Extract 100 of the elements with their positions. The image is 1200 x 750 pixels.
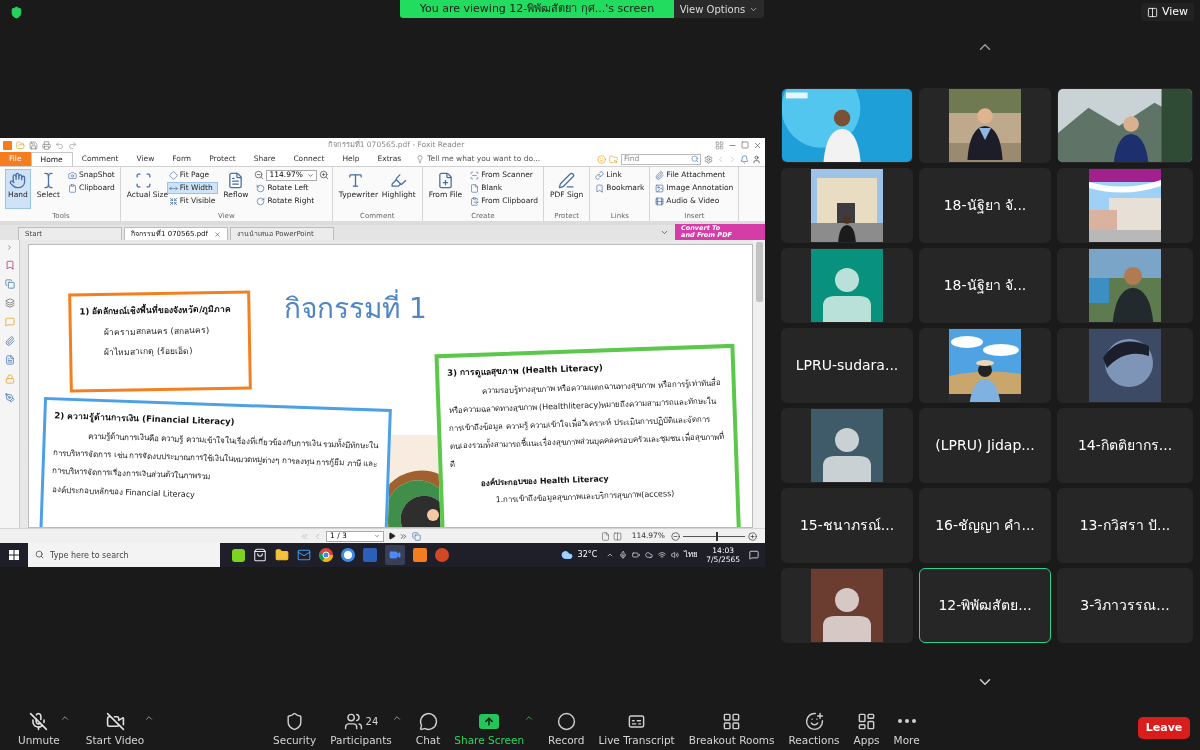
zoom-in-icon[interactable] bbox=[748, 531, 757, 541]
participant-tile[interactable] bbox=[781, 168, 913, 243]
toolbar-button[interactable]: Apps bbox=[847, 705, 886, 750]
taskbar-search-field[interactable]: Type here to search bbox=[28, 543, 220, 567]
muted-microphone-icon bbox=[29, 711, 49, 731]
undo-icon[interactable] bbox=[55, 140, 64, 150]
participant-tile[interactable] bbox=[919, 88, 1051, 163]
rotate-right-icon bbox=[256, 196, 266, 206]
participant-tile[interactable]: 16-ชัญญา คำ... bbox=[919, 488, 1051, 563]
view-options-button[interactable]: View Options bbox=[673, 0, 764, 18]
pages-icon[interactable] bbox=[4, 279, 15, 289]
participant-tile[interactable] bbox=[781, 408, 913, 483]
single-page-icon[interactable] bbox=[600, 531, 610, 541]
zoom-out-icon[interactable] bbox=[671, 531, 680, 541]
redo-icon[interactable] bbox=[68, 140, 77, 150]
link-icon bbox=[595, 170, 605, 180]
image-icon bbox=[655, 183, 665, 193]
scrollbar[interactable] bbox=[753, 240, 765, 528]
zoom-in-icon[interactable] bbox=[318, 170, 329, 180]
caret-icon[interactable] bbox=[144, 713, 155, 723]
next-page-icon[interactable] bbox=[388, 532, 396, 540]
bell-icon[interactable] bbox=[740, 154, 749, 164]
participant-tile[interactable] bbox=[919, 328, 1051, 403]
tab-list-icon[interactable] bbox=[660, 228, 669, 237]
paperclip-icon[interactable] bbox=[4, 336, 15, 346]
toolbar-button[interactable]: Reactions bbox=[782, 705, 846, 750]
apps-icon bbox=[857, 711, 877, 731]
participant-name: 12-พิพัฒสัตย... bbox=[938, 596, 1032, 615]
caret-icon[interactable] bbox=[524, 713, 535, 723]
print-icon[interactable] bbox=[42, 140, 51, 150]
folder-search-icon[interactable] bbox=[609, 154, 618, 164]
participant-tile[interactable] bbox=[1057, 328, 1193, 403]
video-camera-icon[interactable] bbox=[385, 545, 405, 565]
pen-tool-icon[interactable] bbox=[4, 393, 15, 403]
participant-tile[interactable]: LPRU-sudara... bbox=[781, 328, 913, 403]
caret-icon[interactable] bbox=[391, 713, 402, 723]
toolbar-button[interactable]: 24 Participants bbox=[324, 705, 408, 750]
toolbar-button[interactable]: Unmute bbox=[12, 705, 76, 750]
user-icon[interactable] bbox=[752, 154, 761, 164]
participant-tile[interactable] bbox=[781, 568, 913, 643]
participant-tile[interactable]: 18-นัฐิยา จั... bbox=[919, 168, 1051, 243]
wifi-icon bbox=[658, 551, 667, 559]
participant-tile[interactable]: 18-นัฐิยา จั... bbox=[919, 248, 1051, 323]
participant-tile[interactable] bbox=[1057, 168, 1193, 243]
search-icon[interactable] bbox=[35, 550, 44, 559]
search-icon[interactable] bbox=[691, 155, 699, 163]
dropdown-caret-icon[interactable] bbox=[306, 171, 314, 179]
toolbar-button[interactable]: Record bbox=[542, 705, 591, 750]
toolbar-button[interactable]: Live Transcript bbox=[592, 705, 681, 750]
windows-logo-icon[interactable] bbox=[9, 550, 19, 560]
duplicate-icon[interactable] bbox=[412, 531, 421, 541]
close-icon[interactable] bbox=[753, 140, 762, 150]
caret-icon[interactable] bbox=[59, 713, 70, 723]
participant-tile[interactable]: (LPRU) Jidap... bbox=[919, 408, 1051, 483]
maximize-icon[interactable] bbox=[741, 141, 749, 149]
participant-tile[interactable]: 14-กิตติยากร... bbox=[1057, 408, 1193, 483]
video-off-icon bbox=[105, 711, 125, 731]
input-language[interactable]: ไทย bbox=[684, 549, 699, 561]
participant-tile[interactable]: 15-ชนาภรณ์... bbox=[781, 488, 913, 563]
toolbar-button[interactable]: Security bbox=[267, 705, 323, 750]
app-icon[interactable] bbox=[341, 548, 355, 562]
toolbar-button[interactable]: Share Screen bbox=[448, 705, 541, 750]
view-button[interactable]: View bbox=[1140, 3, 1194, 21]
leave-button[interactable]: Leave bbox=[1138, 717, 1190, 739]
dropdown-caret-icon[interactable] bbox=[374, 533, 380, 539]
presentation-app-icon[interactable] bbox=[435, 548, 449, 562]
bookmark-panel-icon[interactable] bbox=[4, 260, 15, 270]
participant-tile[interactable]: 12-พิพัฒสัตย... bbox=[919, 568, 1051, 643]
participant-tile[interactable]: 13-กวิสรา ปั... bbox=[1057, 488, 1193, 563]
scanner-icon bbox=[470, 170, 480, 180]
box-line: 1.การเข้าถึงข้อมูลสุขภาพและบริการสุขภาพ(access) bbox=[494, 488, 676, 507]
toolbar-button[interactable]: Chat bbox=[409, 705, 447, 750]
shield-icon[interactable] bbox=[10, 6, 23, 19]
toolbar-button[interactable]: Start Video bbox=[79, 705, 161, 750]
store-icon[interactable] bbox=[253, 548, 267, 562]
blank-page-icon bbox=[470, 183, 480, 193]
toolbar-button[interactable]: Breakout Rooms bbox=[682, 705, 781, 750]
chat-app-icon[interactable] bbox=[232, 548, 245, 562]
participant-tile[interactable] bbox=[781, 248, 913, 323]
close-tab-icon[interactable] bbox=[214, 230, 221, 238]
notifications-icon[interactable] bbox=[749, 550, 759, 560]
participant-tile[interactable]: 3-วิภาวรรณ... bbox=[1057, 568, 1193, 643]
save-icon[interactable] bbox=[29, 140, 38, 150]
browser-icon[interactable] bbox=[319, 548, 333, 562]
layers-icon[interactable] bbox=[4, 298, 15, 308]
tray-expand-icon[interactable] bbox=[606, 551, 615, 559]
two-page-icon[interactable] bbox=[612, 531, 622, 541]
zoom-slider[interactable] bbox=[683, 531, 745, 541]
zoom-out-icon[interactable] bbox=[254, 170, 265, 180]
participant-count: 24 bbox=[365, 714, 379, 729]
lock-icon[interactable] bbox=[4, 374, 15, 384]
toolbar-button[interactable]: More bbox=[887, 705, 926, 750]
folder-icon[interactable] bbox=[275, 548, 289, 562]
document-panel-icon[interactable] bbox=[4, 355, 15, 365]
settings-icon[interactable] bbox=[704, 154, 713, 164]
expand-icon[interactable] bbox=[6, 244, 13, 251]
ribbon-options-icon[interactable] bbox=[715, 140, 724, 150]
participant-tile[interactable] bbox=[1057, 248, 1193, 323]
mail-icon[interactable] bbox=[297, 548, 311, 562]
horizontal-arrows-icon bbox=[168, 183, 178, 193]
